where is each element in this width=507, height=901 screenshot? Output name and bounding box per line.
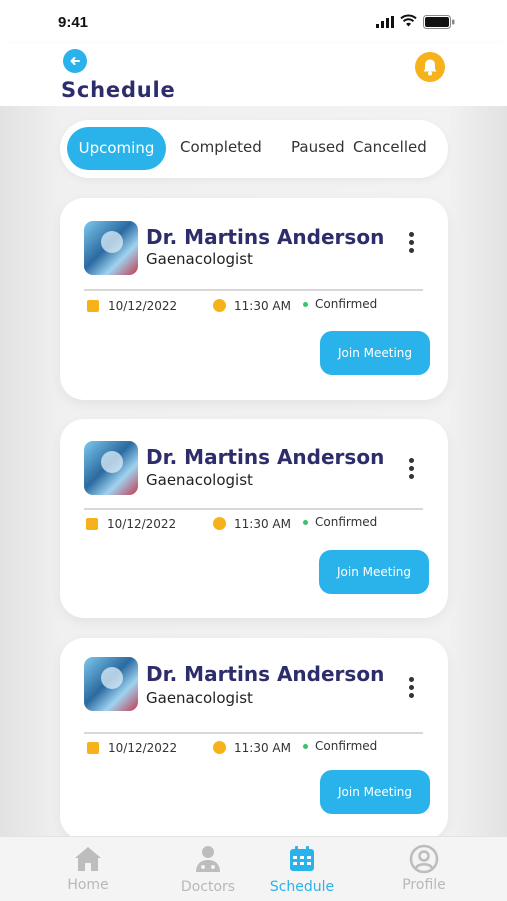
page-title: Schedule — [61, 78, 176, 102]
card-divider — [84, 508, 423, 510]
status-dot — [303, 744, 308, 749]
doctor-avatar — [84, 657, 138, 711]
calendar-icon — [87, 742, 99, 754]
calendar-icon — [290, 846, 314, 871]
clock-icon — [213, 517, 226, 530]
more-options-icon[interactable] — [409, 677, 417, 701]
nav-schedule[interactable]: Schedule — [257, 836, 347, 900]
back-button[interactable] — [63, 49, 87, 73]
nav-doctors[interactable]: Doctors — [163, 836, 253, 900]
appointment-status: Confirmed — [315, 515, 378, 529]
tab-paused[interactable]: Paused — [291, 138, 345, 156]
clock-icon — [213, 741, 226, 754]
card-divider — [84, 289, 423, 291]
tab-upcoming[interactable]: Upcoming — [67, 127, 166, 170]
calendar-icon — [87, 300, 99, 312]
join-meeting-button[interactable]: Join Meeting — [320, 331, 430, 375]
appointment-status: Confirmed — [315, 739, 378, 753]
doctor-specialty: Gaenacologist — [146, 471, 253, 489]
wifi-icon — [400, 14, 417, 27]
status-dot — [303, 520, 308, 525]
appointment-date: 10/12/2022 — [108, 299, 178, 313]
appointment-time: 11:30 AM — [234, 517, 291, 531]
profile-icon — [409, 844, 439, 874]
status-time: 9:41 — [58, 14, 89, 31]
doctor-avatar — [84, 441, 138, 495]
nav-label: Profile — [402, 877, 446, 893]
more-options-icon[interactable] — [409, 458, 417, 482]
nav-label: Home — [67, 877, 109, 893]
doctor-name: Dr. Martins Anderson — [146, 662, 385, 686]
doctor-specialty: Gaenacologist — [146, 250, 253, 268]
appointment-time: 11:30 AM — [234, 741, 291, 755]
doctor-name: Dr. Martins Anderson — [146, 445, 385, 469]
appointment-time: 11:30 AM — [234, 299, 291, 313]
doctor-icon — [196, 846, 220, 872]
join-meeting-button[interactable]: Join Meeting — [319, 550, 429, 594]
appointment-date: 10/12/2022 — [108, 741, 178, 755]
battery-icon — [423, 15, 455, 29]
calendar-icon — [86, 518, 98, 530]
home-icon — [75, 847, 101, 871]
doctor-avatar — [84, 221, 138, 275]
nav-label: Doctors — [180, 879, 236, 895]
doctor-specialty: Gaenacologist — [146, 689, 253, 707]
tab-completed[interactable]: Completed — [180, 138, 262, 156]
bell-icon — [423, 59, 437, 76]
clock-icon — [213, 299, 226, 312]
card-divider — [84, 732, 423, 734]
cellular-signal-icon — [376, 16, 394, 28]
doctor-name: Dr. Martins Anderson — [146, 225, 385, 249]
nav-home[interactable]: Home — [43, 836, 133, 900]
more-options-icon[interactable] — [409, 232, 417, 256]
notification-button[interactable] — [415, 52, 445, 82]
nav-profile[interactable]: Profile — [379, 836, 469, 900]
tab-cancelled[interactable]: Cancelled — [353, 138, 427, 156]
nav-label: Schedule — [269, 879, 335, 895]
join-meeting-button[interactable]: Join Meeting — [320, 770, 430, 814]
arrow-left-icon — [70, 57, 80, 65]
status-dot — [303, 302, 308, 307]
appointment-date: 10/12/2022 — [107, 517, 177, 531]
appointment-status: Confirmed — [315, 297, 378, 311]
